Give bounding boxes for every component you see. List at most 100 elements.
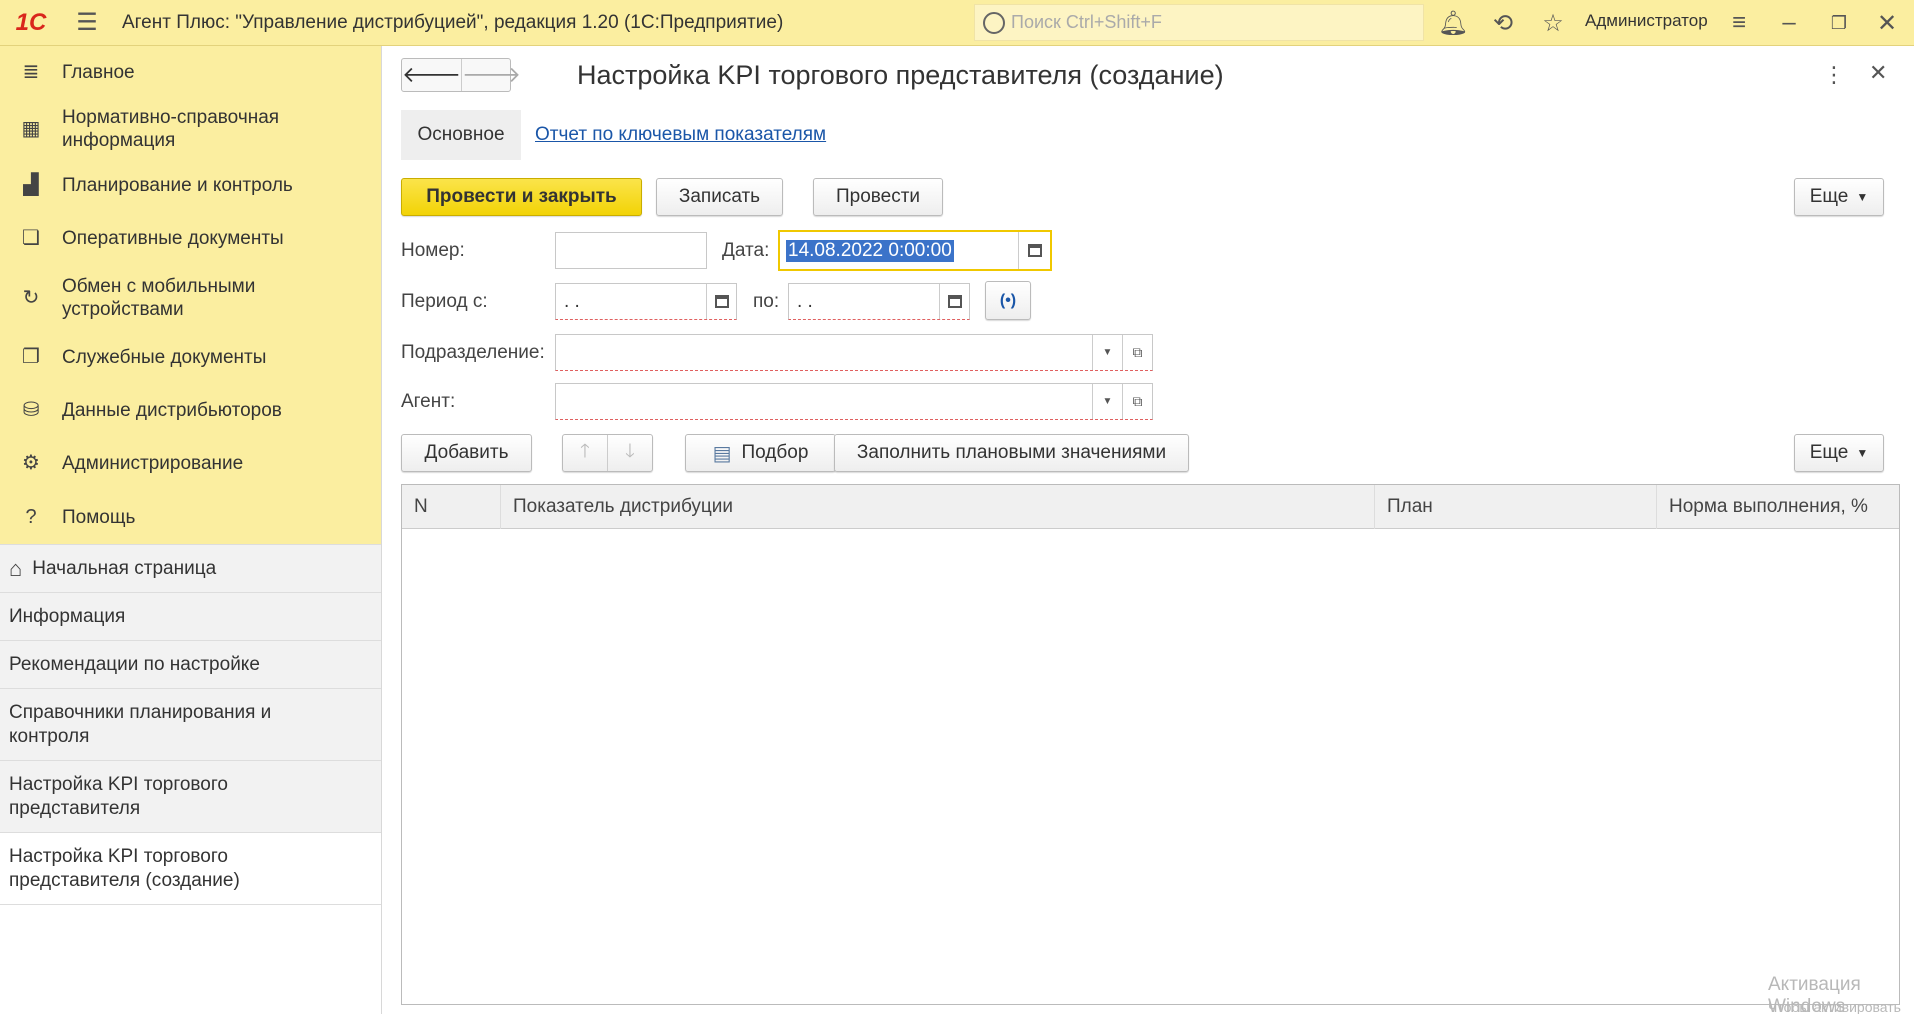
number-label: Номер: (401, 240, 465, 261)
move-buttons: 🡑 🡓 (562, 434, 653, 472)
column-header-n[interactable]: N (402, 485, 501, 529)
calendar-icon[interactable] (706, 284, 736, 319)
fill-plan-values-button[interactable]: Заполнить плановыми значениями (834, 434, 1189, 472)
bell-icon[interactable]: 🔔︎ (1438, 8, 1468, 38)
sync-icon: ↻ (22, 286, 40, 309)
section-label: Администрирование (62, 453, 244, 474)
section-help[interactable]: ? Помощь (0, 490, 381, 544)
number-field[interactable] (555, 232, 707, 269)
section-mobile-exchange[interactable]: ↻ Обмен с мобильными устройствами (0, 265, 381, 331)
caret-down-icon: ▼ (1856, 446, 1869, 460)
column-header-norm[interactable]: Норма выполнения, % (1657, 485, 1899, 529)
column-header-indicator[interactable]: Показатель дистрибуции (501, 485, 1375, 529)
section-distributor-data[interactable]: ⛁ Данные дистрибьюторов (0, 384, 381, 437)
section-service-docs[interactable]: ❐ Служебные документы (0, 331, 381, 384)
open-window-item[interactable]: Рекомендации по настройке (0, 641, 381, 689)
tab-main[interactable]: Основное (401, 110, 521, 160)
open-window-label: Настройка KPI торгового представителя (с… (9, 845, 240, 891)
section-administration[interactable]: ⚙ Администрирование (0, 437, 381, 490)
move-up-icon[interactable]: 🡑 (563, 435, 608, 471)
dropdown-icon[interactable]: ▼ (1092, 384, 1122, 419)
section-operational-docs[interactable]: ❏ Оперативные документы (0, 212, 381, 265)
date-label: Дата: (722, 240, 770, 261)
search-icon (983, 11, 1005, 34)
forward-arrow-icon[interactable]: 🡒 (462, 59, 521, 91)
back-arrow-icon[interactable]: 🡐 (402, 59, 462, 91)
question-icon: ? (25, 505, 37, 528)
open-window-item[interactable]: ⌂ Начальная страница (0, 545, 381, 593)
star-icon[interactable]: ☆ (1538, 8, 1568, 38)
open-icon[interactable]: ⧉ (1122, 335, 1152, 370)
period-selector-button[interactable]: (•) (985, 281, 1031, 320)
history-nav: 🡐 🡒 (401, 58, 521, 92)
form-title: Настройка KPI торгового представителя (с… (577, 60, 1224, 90)
open-window-item-active[interactable]: Настройка KPI торгового представителя (с… (0, 833, 381, 905)
section-main[interactable]: ≣ Главное (0, 46, 381, 99)
dropdown-icon[interactable]: ▼ (1092, 335, 1122, 370)
section-label: Помощь (62, 506, 136, 528)
sidebar: ≣ Главное ▦ Нормативно-справочная информ… (0, 46, 382, 1014)
tab-kpi-report[interactable]: Отчет по ключевым показателям (535, 124, 826, 146)
section-label: Обмен с мобильными устройствами (62, 276, 256, 320)
sections-panel: ≣ Главное ▦ Нормативно-справочная информ… (0, 46, 381, 544)
gear-icon: ⚙ (22, 452, 40, 474)
pick-label: Подбор (741, 442, 809, 463)
restore-icon[interactable]: ❐ (1824, 8, 1854, 38)
section-label: Планирование и контроль (62, 175, 293, 196)
search-input[interactable]: Поиск Ctrl+Shift+F (974, 4, 1424, 41)
minimize-icon[interactable]: – (1774, 8, 1804, 38)
section-label: Оперативные документы (62, 228, 284, 249)
section-label: Главное (62, 62, 135, 83)
more-button[interactable]: Еще ▼ (1794, 178, 1884, 216)
kpi-table[interactable]: N Показатель дистрибуции План Норма выпо… (401, 484, 1900, 1005)
open-window-label: Информация (9, 605, 126, 627)
section-label: Нормативно-справочная информация (62, 107, 280, 151)
settings-menu-icon[interactable]: ≡ (1724, 8, 1754, 38)
period-to-field[interactable]: . . (788, 283, 970, 320)
section-label: Служебные документы (62, 347, 267, 368)
save-button[interactable]: Записать (656, 178, 783, 216)
open-window-item[interactable]: Настройка KPI торгового представителя (0, 761, 381, 833)
close-window-icon[interactable]: ✕ (1872, 8, 1902, 38)
calendar-icon[interactable] (1018, 232, 1050, 269)
app-title: Агент Плюс: "Управление дистрибуцией", р… (122, 11, 784, 33)
distributor-data-icon: ⛁ (22, 399, 40, 421)
service-docs-icon: ❐ (22, 346, 40, 368)
column-header-plan[interactable]: План (1375, 485, 1657, 529)
more-label: Еще (1809, 442, 1849, 463)
calendar-icon[interactable] (939, 284, 969, 319)
post-button[interactable]: Провести (813, 178, 943, 216)
date-field[interactable]: 14.08.2022 0:00:00 (778, 230, 1052, 271)
table-more-button[interactable]: Еще ▼ (1794, 434, 1884, 472)
division-field[interactable]: ▼ ⧉ (555, 334, 1153, 371)
section-planning[interactable]: ▟ Планирование и контроль (0, 159, 381, 212)
open-window-item[interactable]: Справочники планирования и контроля (0, 689, 381, 761)
caret-down-icon: ▼ (1856, 190, 1869, 204)
division-label: Подразделение: (401, 342, 545, 363)
history-icon[interactable]: ⟲ (1488, 8, 1518, 38)
period-from-field[interactable]: . . (555, 283, 737, 320)
post-and-close-button[interactable]: Провести и закрыть (401, 178, 642, 216)
add-row-button[interactable]: Добавить (401, 434, 532, 472)
section-label: Данные дистрибьюторов (62, 400, 282, 421)
menu-lines-icon: ≣ (22, 61, 40, 83)
date-value: 14.08.2022 0:00:00 (786, 240, 954, 262)
home-icon: ⌂ (9, 555, 23, 581)
open-window-item[interactable]: Информация (0, 593, 381, 641)
reference-grid-icon: ▦ (21, 117, 41, 140)
main-menu-button[interactable]: ☰ (62, 0, 112, 46)
open-windows-list: ⌂ Начальная страница Информация Рекоменд… (0, 544, 381, 905)
agent-label: Агент: (401, 391, 456, 412)
close-form-icon[interactable]: ✕ (1869, 60, 1887, 86)
agent-field[interactable]: ▼ ⧉ (555, 383, 1153, 420)
user-name[interactable]: Администратор (1585, 11, 1708, 31)
windows-activation-text: Чтобы активировать Windows, перейдите в … (1768, 999, 1901, 1014)
pick-button[interactable]: ▤ Подбор (685, 434, 836, 472)
move-down-icon[interactable]: 🡓 (608, 435, 652, 471)
section-reference[interactable]: ▦ Нормативно-справочная информация (0, 99, 381, 159)
app-logo: 1С (15, 8, 47, 36)
more-actions-icon[interactable]: ⋮ (1823, 62, 1845, 88)
open-icon[interactable]: ⧉ (1122, 384, 1152, 419)
period-from-label: Период с: (401, 291, 488, 312)
pick-list-icon: ▤ (712, 442, 732, 465)
